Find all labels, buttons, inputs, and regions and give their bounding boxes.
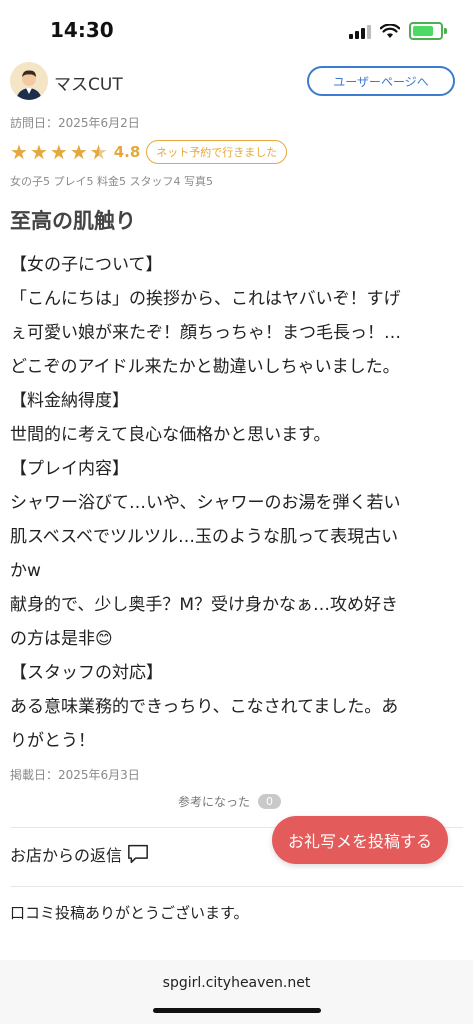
visit-date: 訪問日：2025年6月2日 (10, 116, 140, 130)
status-time: 14:30 (50, 18, 114, 42)
speech-bubble-icon (128, 844, 148, 864)
signal-icon (349, 23, 371, 39)
avatar[interactable] (10, 62, 48, 100)
review-line: 【女の子について】 (10, 255, 163, 275)
star-icon: ★ (69, 140, 88, 164)
review-line: 【スタッフの対応】 (10, 663, 163, 683)
review-line: 世間的に考えて良心な価格かと思います。 (10, 425, 331, 445)
review-line: ある意味業務的できっちり、こなされてました。あ (10, 697, 399, 717)
star-icon: ★ (10, 140, 28, 164)
review-line: 【料金納得度】 (10, 391, 129, 411)
half-star-icon: ★★ (89, 140, 108, 164)
divider (10, 886, 463, 887)
browser-url-bar[interactable]: spgirl.cityheaven.net (0, 960, 473, 1024)
review-line: 「こんにちは」の挨拶から、これはヤバいぞ！すげ (10, 289, 401, 309)
url-text[interactable]: spgirl.cityheaven.net (0, 975, 473, 991)
post-thank-photo-button[interactable]: お礼写メを投稿する (272, 816, 448, 864)
user-avatar-icon (10, 62, 48, 100)
helpful-label[interactable]: 参考になった (178, 793, 250, 810)
review-line: かw (10, 561, 41, 581)
review-line: の方は是非😊 (10, 629, 113, 649)
review-line: ぇ可愛い娘が来たぞ！顔ちっちゃ！まつ毛長っ！… (10, 323, 401, 343)
rating-value: 4.8 (113, 143, 141, 161)
status-bar: 14:30 (0, 0, 473, 62)
helpful-row[interactable]: 参考になった 0 (178, 793, 282, 810)
review-line: りがとう！ (10, 731, 95, 751)
star-icon: ★ (49, 140, 68, 164)
user-page-button[interactable]: ユーザーページへ (307, 66, 455, 96)
home-indicator[interactable] (153, 1008, 321, 1013)
review-line: 【プレイ内容】 (10, 459, 129, 479)
battery-charging-icon (409, 22, 447, 40)
reply-text: 口コミ投稿ありがとうございます。 (10, 904, 249, 922)
helpful-count-badge: 0 (258, 794, 282, 809)
rating-row: ★ ★ ★ ★ ★★ 4.8 ネット予約で行きました (10, 138, 288, 166)
review-title: 至高の肌触り (10, 209, 136, 233)
reviewer-row: マスCUT ユーザーページへ (10, 62, 460, 102)
review-line: 献身的で、少し奥手？M？受け身かなぁ…攻め好き (10, 595, 398, 615)
review-line: シャワー浴びて…いや、シャワーのお湯を弾く若い (10, 493, 401, 513)
star-icon: ★ (29, 140, 48, 164)
reserve-badge: ネット予約で行きました (146, 140, 288, 164)
sub-scores: 女の子5 プレイ5 料金5 スタッフ4 写真5 (10, 175, 213, 188)
review-line: 肌スベスベでツルツル…玉のような肌って表現古い (10, 527, 399, 547)
reply-label: お店からの返信 (10, 846, 123, 865)
posted-date: 掲載日：2025年6月3日 (10, 768, 140, 782)
review-line: どこぞのアイドル来たかと勘違いしちゃいました。 (10, 357, 400, 377)
status-icons (349, 22, 447, 40)
wifi-icon (380, 23, 400, 38)
reviewer-name[interactable]: マスCUT (54, 70, 123, 95)
review-body: 【女の子について】 「こんにちは」の挨拶から、これはヤバいぞ！すげ ぇ可愛い娘が… (10, 248, 466, 758)
shop-reply-header: お店からの返信 (10, 842, 150, 866)
star-rating: ★ ★ ★ ★ ★★ (10, 142, 108, 162)
